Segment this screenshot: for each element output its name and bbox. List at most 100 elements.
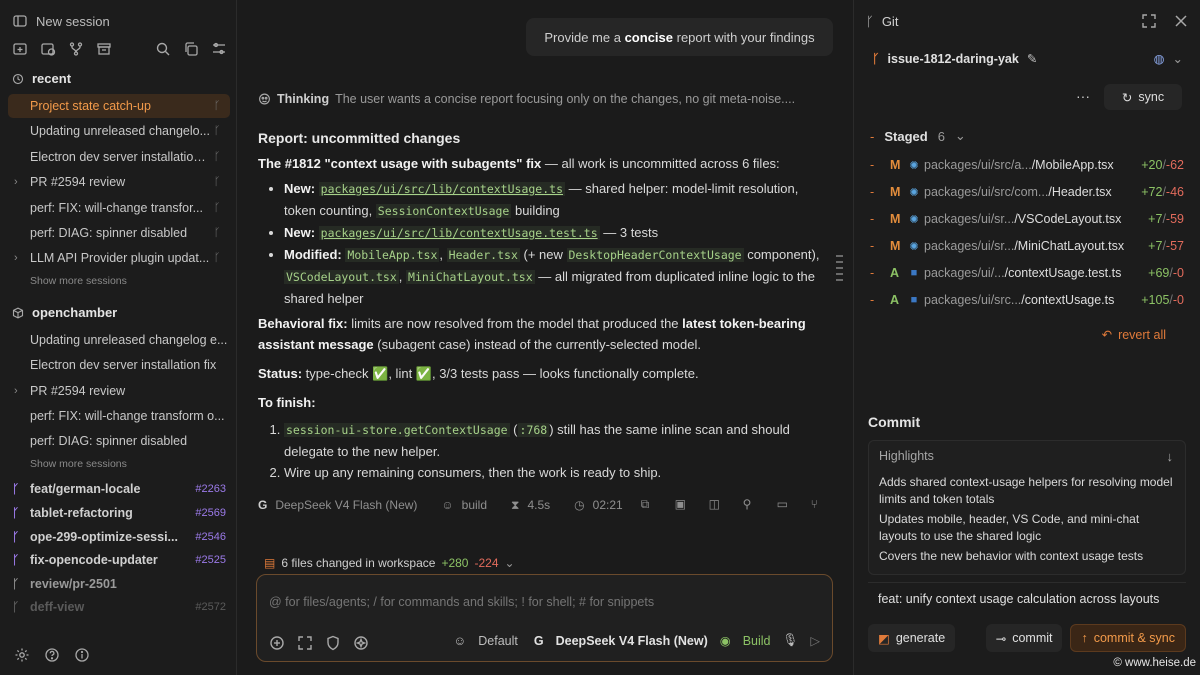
add-icon[interactable] [269, 635, 285, 651]
unstage-icon[interactable]: - [870, 239, 890, 253]
help-icon[interactable] [44, 647, 60, 663]
shield-icon[interactable] [325, 635, 341, 651]
deletions-count: -57 [1165, 239, 1184, 253]
typescript-file-icon: ■ [910, 294, 918, 306]
commit-button[interactable]: ⊸ commit [985, 624, 1063, 652]
globe-icon[interactable]: ◍ [1154, 51, 1165, 66]
edit-icon[interactable]: ✎ [1027, 51, 1037, 66]
chevron-right-icon[interactable]: › [14, 385, 18, 397]
session-item[interactable]: perf: FIX: will-change transform o... [8, 404, 230, 428]
comment-icon[interactable]: ▭ [777, 497, 793, 513]
branch-item[interactable]: ᚴ feat/german-locale #2263 [12, 482, 226, 496]
git-fork-icon[interactable] [68, 41, 84, 57]
staged-file-row[interactable]: - M ✺ packages/ui/src/com.../Header.tsx +72/… [870, 185, 1184, 199]
show-more-sessions-link[interactable]: Show more sessions [30, 458, 127, 470]
sidebar: New session recent Project state catch-u… [0, 0, 237, 675]
chevron-down-icon[interactable]: ⌄ [1173, 51, 1183, 66]
session-item[interactable]: perf: DIAG: spinner disabled ᚴ [8, 221, 230, 245]
commit-and-sync-button[interactable]: ↑ commit & sync [1070, 624, 1186, 652]
gear-icon[interactable] [14, 647, 30, 663]
file-status: M [890, 158, 901, 172]
pr-number[interactable]: #2525 [195, 554, 226, 566]
commit-message-field[interactable]: feat: unify context usage calculation ac… [868, 582, 1186, 614]
unstage-icon[interactable]: - [870, 158, 890, 172]
show-more-sessions-link[interactable]: Show more sessions [30, 275, 127, 287]
scroll-indicator[interactable] [836, 255, 843, 281]
prompt-input[interactable] [269, 595, 819, 609]
staged-file-row[interactable]: - M ✺ packages/ui/sr.../VSCodeLayout.tsx +7/… [870, 212, 1184, 226]
pin-icon[interactable]: ⚲ [743, 497, 759, 513]
revert-all-button[interactable]: ↶ revert all [1102, 327, 1166, 343]
session-item[interactable]: › PR #2594 review ᚴ [8, 170, 230, 194]
unstage-icon[interactable]: - [870, 212, 890, 226]
staged-file-row[interactable]: - A ■ packages/ui/src.../contextUsage.ts +10… [870, 293, 1184, 307]
mode-select[interactable]: Build [743, 634, 771, 648]
file-status: A [890, 266, 900, 280]
staged-file-row[interactable]: - A ■ packages/ui/.../contextUsage.test.ts +… [870, 266, 1184, 280]
sync-button[interactable]: ↻ sync [1104, 84, 1182, 110]
file-link[interactable]: packages/ui/src/lib/contextUsage.ts [318, 182, 565, 196]
filter-icon[interactable] [211, 41, 227, 57]
session-item[interactable]: Updating unreleased changelo... ᚴ [8, 119, 230, 143]
model-select[interactable]: DeepSeek V4 Flash (New) [556, 634, 708, 648]
arrow-down-icon[interactable]: ↓ [1167, 449, 1174, 464]
info-icon[interactable] [74, 647, 90, 663]
more-options-icon[interactable]: ··· [1076, 88, 1090, 104]
recent-section-title[interactable]: recent [12, 71, 71, 86]
files-changed-summary[interactable]: ▤ 6 files changed in workspace +280 -224… [264, 556, 515, 570]
chevron-right-icon[interactable]: › [14, 176, 18, 188]
branch-item[interactable]: ᚴ fix-opencode-updater #2525 [12, 553, 226, 567]
unstage-icon[interactable]: - [870, 185, 890, 199]
microphone-icon[interactable]: 🎙 [783, 633, 799, 648]
session-item[interactable]: › LLM API Provider plugin updat... ᚴ [8, 246, 230, 270]
new-session-button[interactable]: New session [12, 13, 110, 29]
fullscreen-icon[interactable] [1141, 13, 1157, 29]
branch-item[interactable]: ᚴ review/pr-2501 [12, 577, 226, 591]
panel-icon[interactable]: ◫ [709, 497, 725, 513]
copy-icon[interactable]: ⧉ [641, 497, 657, 513]
minus-icon[interactable]: - [870, 129, 874, 144]
fork-icon[interactable]: ⑂ [811, 497, 827, 513]
pr-number[interactable]: #2569 [195, 507, 226, 519]
pr-number[interactable]: #2546 [195, 531, 226, 543]
staged-file-row[interactable]: - M ✺ packages/ui/sr.../MiniChatLayout.tsx +… [870, 239, 1184, 253]
send-icon[interactable]: ▷ [810, 633, 820, 648]
pr-number[interactable]: #2263 [195, 483, 226, 495]
unstage-icon[interactable]: - [870, 266, 890, 280]
staged-header[interactable]: - Staged 6 ⌄ [870, 128, 966, 144]
branch-item[interactable]: ᚴ tablet-refactoring #2569 [12, 506, 226, 520]
thinking-block[interactable]: Thinking The user wants a concise report… [258, 92, 795, 106]
session-item[interactable]: Electron dev server installation... ᚴ [8, 145, 230, 169]
schedule-icon[interactable] [40, 41, 56, 57]
branch-item[interactable]: ᚴ deff-view #2572 [12, 600, 226, 614]
staged-file-row[interactable]: - M ✺ packages/ui/src/a.../MobileApp.tsx +20… [870, 158, 1184, 172]
sparkle-icon[interactable] [353, 635, 369, 651]
project-section-title[interactable]: openchamber [12, 305, 117, 320]
commit-highlights[interactable]: Highlights ↓ Adds shared context-usage h… [868, 440, 1186, 575]
pr-number[interactable]: #2572 [195, 601, 226, 613]
current-branch[interactable]: ᚴ issue-1812-daring-yak ✎ ◍ ⌄ [872, 51, 1183, 67]
file-link[interactable]: packages/ui/src/lib/contextUsage.test.ts [318, 226, 600, 240]
arrow-up-icon: ↑ [1081, 631, 1088, 645]
session-item[interactable]: perf: FIX: will-change transfor... ᚴ [8, 196, 230, 220]
expand-icon[interactable] [297, 635, 313, 651]
chevron-right-icon[interactable]: › [14, 252, 18, 264]
agent-select[interactable]: Default [478, 634, 518, 648]
session-item[interactable]: › PR #2594 review [8, 379, 230, 403]
archive-icon[interactable] [96, 41, 112, 57]
image-icon[interactable]: ▣ [675, 497, 691, 513]
unstage-icon[interactable]: - [870, 293, 890, 307]
session-item[interactable]: Project state catch-up ᚴ [8, 94, 230, 118]
close-icon[interactable] [1173, 13, 1189, 29]
sidebar-toggle-icon[interactable] [12, 13, 28, 29]
session-item[interactable]: perf: DIAG: spinner disabled [8, 429, 230, 453]
session-item[interactable]: Updating unreleased changelog e... [8, 328, 230, 352]
new-folder-icon[interactable] [12, 41, 28, 57]
agent-icon: ☺ [441, 498, 454, 512]
copy-icon[interactable] [183, 41, 199, 57]
session-item[interactable]: Electron dev server installation fix [8, 353, 230, 377]
branch-icon: ᚴ [213, 176, 221, 188]
generate-button[interactable]: ◩ generate [868, 624, 956, 652]
search-icon[interactable] [155, 41, 171, 57]
branch-item[interactable]: ᚴ ope-299-optimize-sessi... #2546 [12, 530, 226, 544]
